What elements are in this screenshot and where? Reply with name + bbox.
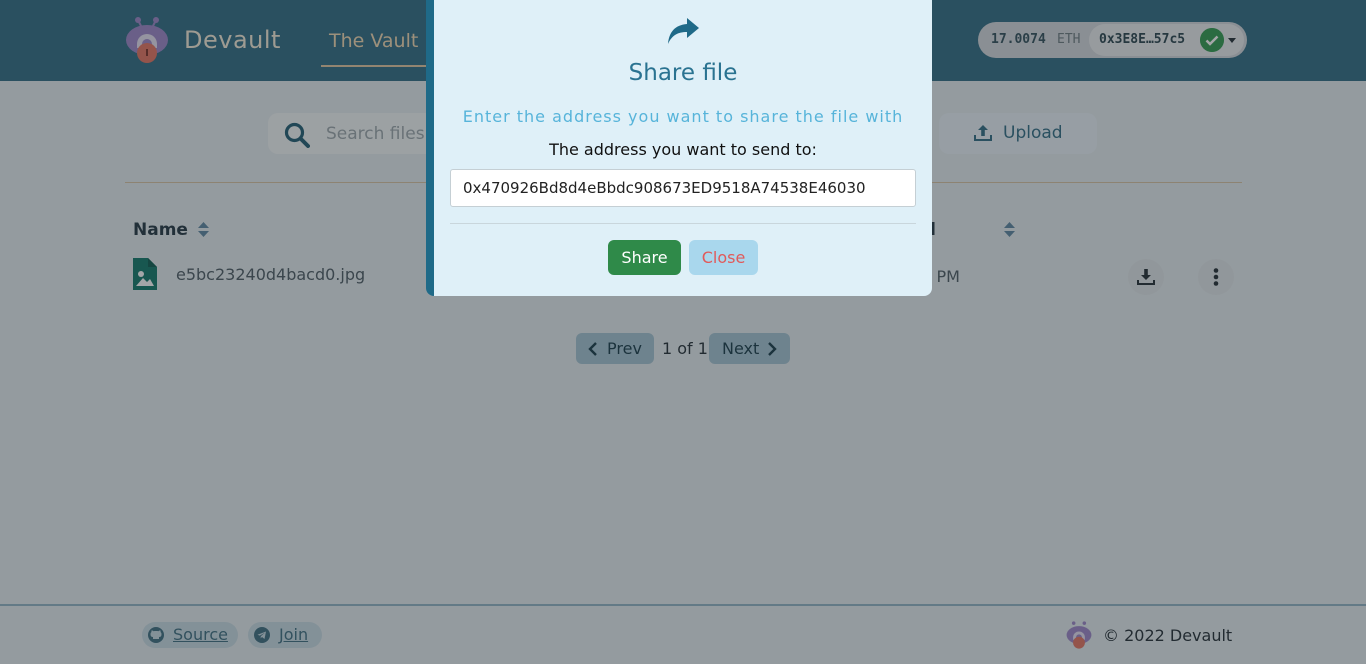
close-button[interactable]: Close — [689, 240, 758, 275]
share-button[interactable]: Share — [608, 240, 681, 275]
modal-title: Share file — [628, 60, 738, 86]
recipient-address-input[interactable] — [450, 169, 916, 207]
share-arrow-icon — [668, 18, 699, 44]
modal-subtitle: Enter the address you want to share the … — [462, 107, 904, 126]
share-file-modal: Share file Enter the address you want to… — [426, 0, 932, 296]
address-label: The address you want to send to: — [549, 140, 817, 159]
modal-divider — [450, 223, 916, 224]
